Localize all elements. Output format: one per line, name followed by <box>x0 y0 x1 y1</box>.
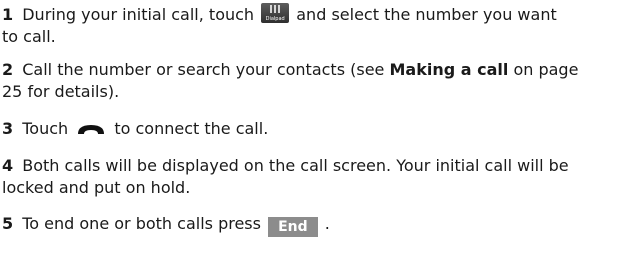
step-text: on page <box>513 60 579 79</box>
step-number: 3 <box>2 119 14 138</box>
step-number: 1 <box>2 5 14 24</box>
step-4: 4 Both calls will be displayed on the ca… <box>2 155 569 199</box>
step-text: . <box>324 214 330 233</box>
phone-handset-icon <box>76 120 106 142</box>
step-number: 4 <box>2 156 14 175</box>
step-number: 5 <box>2 214 14 233</box>
step-1-line-1: 1 During your initial call, touch Dialpa… <box>2 3 557 26</box>
step-3: 3 Touch to connect the call. <box>2 118 268 142</box>
step-4-line-2: locked and put on hold. <box>2 178 191 197</box>
step-number: 2 <box>2 60 14 79</box>
step-2-line-2: 25 for details). <box>2 82 120 101</box>
step-2: 2 Call the number or search your contact… <box>2 59 578 103</box>
step-text: to connect the call. <box>114 119 269 138</box>
cross-reference: Making a call <box>389 60 509 79</box>
instructions: 1 During your initial call, touch Dialpa… <box>0 0 627 276</box>
dialpad-label: Dialpad <box>265 16 285 22</box>
step-text: and select the number you want <box>296 5 557 24</box>
dialpad-icon: Dialpad <box>261 3 290 23</box>
step-1: 1 During your initial call, touch Dialpa… <box>2 3 557 48</box>
step-1-line-2: to call. <box>2 27 56 46</box>
step-text: During your initial call, touch <box>22 5 255 24</box>
step-text: Both calls will be displayed on the call… <box>22 156 569 175</box>
step-text: Touch <box>22 119 69 138</box>
step-2-line-1: 2 Call the number or search your contact… <box>2 59 578 81</box>
step-4-line-1: 4 Both calls will be displayed on the ca… <box>2 155 569 177</box>
step-text: Call the number or search your contacts … <box>22 60 385 79</box>
step-text: To end one or both calls press <box>22 214 261 233</box>
step-5: 5 To end one or both calls press End . <box>2 213 330 237</box>
dialpad-grid-icon <box>270 5 281 13</box>
end-button: End <box>268 217 318 237</box>
